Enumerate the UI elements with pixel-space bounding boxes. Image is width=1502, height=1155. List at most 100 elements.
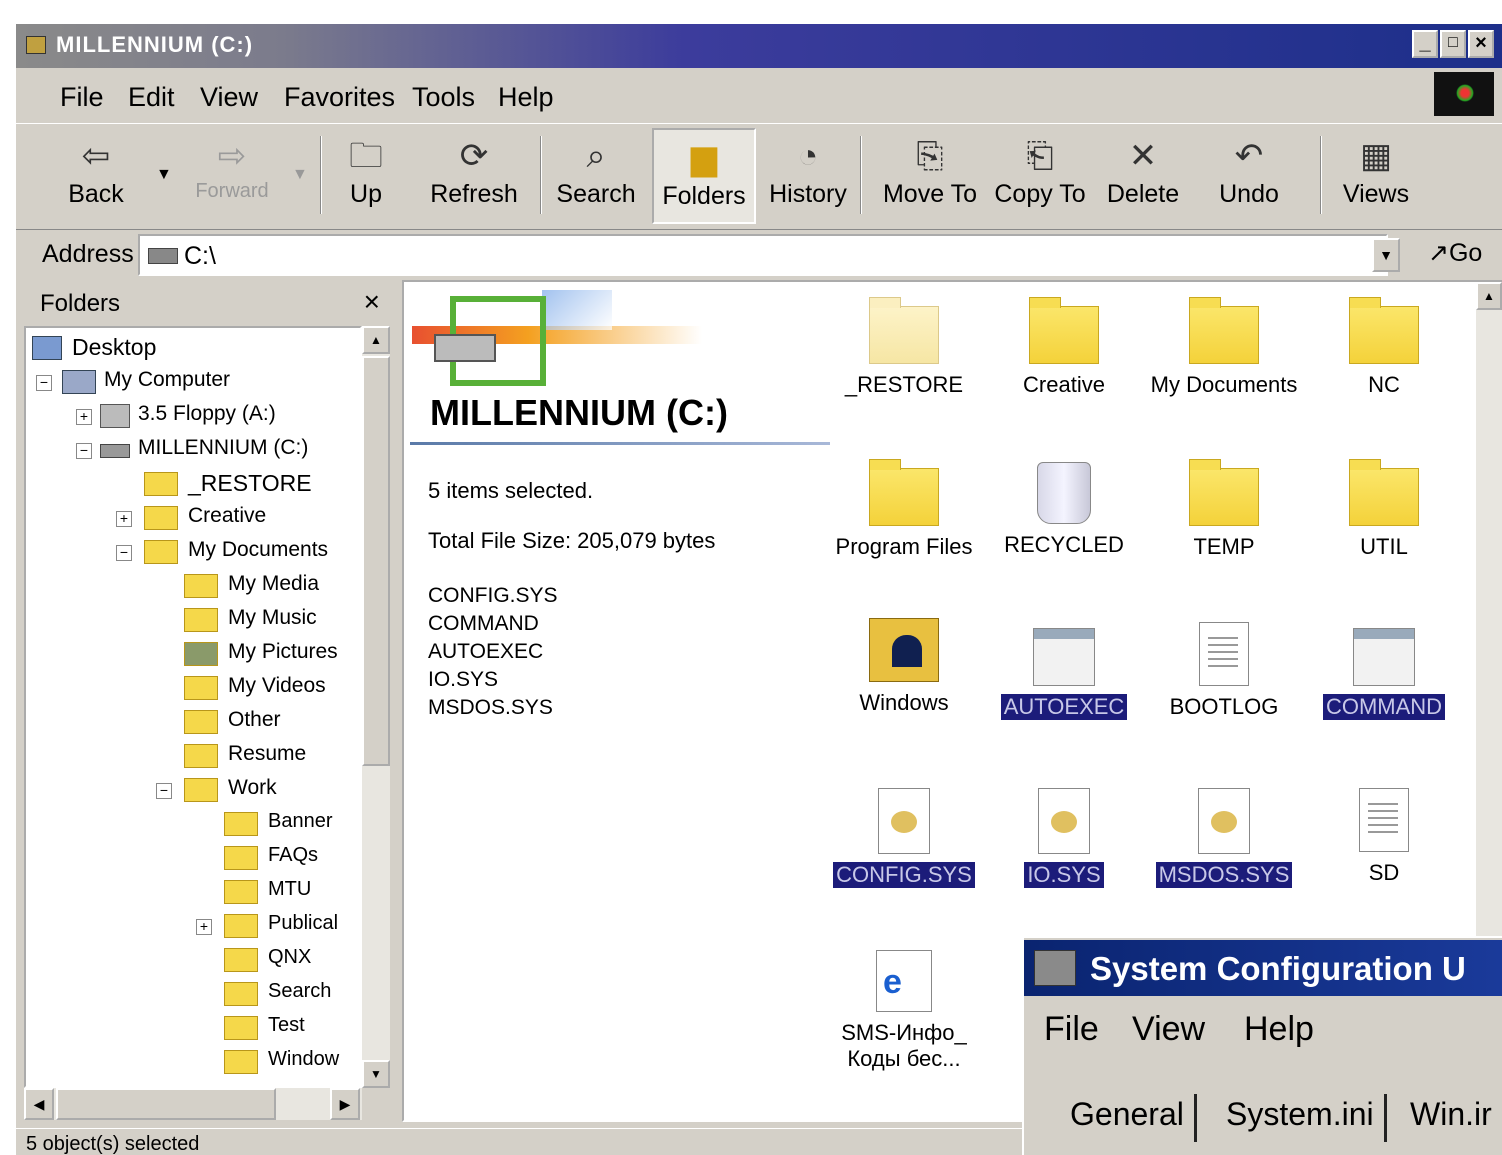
tab-win-ini[interactable]: Win.ir bbox=[1410, 1096, 1492, 1133]
folders-pane-title: Folders bbox=[40, 290, 121, 317]
folder-icon bbox=[184, 710, 218, 734]
up-folder-icon: 🗀 bbox=[349, 137, 383, 175]
menu-help[interactable]: Help bbox=[1244, 1010, 1314, 1049]
file-item-msdos-sys[interactable]: MSDOS.SYS bbox=[1144, 788, 1304, 888]
menu-edit[interactable]: Edit bbox=[128, 82, 175, 113]
undo-icon: ↶ bbox=[1234, 137, 1264, 175]
file-item-restore[interactable]: _RESTORE bbox=[824, 297, 984, 398]
folders-pane-close-button[interactable]: × bbox=[364, 286, 380, 318]
back-button[interactable]: ⇦ Back bbox=[56, 128, 136, 224]
views-button[interactable]: ▦ Views bbox=[1334, 128, 1418, 224]
computer-icon bbox=[62, 370, 96, 394]
folder-icon bbox=[869, 459, 939, 526]
title-bar[interactable]: System Configuration U bbox=[1024, 940, 1502, 996]
menu-help[interactable]: Help bbox=[498, 82, 554, 113]
file-item-config-sys[interactable]: CONFIG.SYS bbox=[824, 788, 984, 888]
drive-icon[interactable] bbox=[26, 36, 46, 54]
scroll-up-icon[interactable]: ▲ bbox=[1476, 282, 1502, 310]
folder-tree-vertical-scrollbar[interactable]: ▲ ▼ bbox=[362, 326, 390, 1088]
file-item-sd[interactable]: SD bbox=[1304, 788, 1464, 886]
address-input[interactable]: C:\ bbox=[138, 234, 1388, 276]
file-item-my-documents[interactable]: My Documents bbox=[1144, 297, 1304, 398]
history-button[interactable]: ◔ History bbox=[766, 128, 850, 224]
pictures-folder-icon bbox=[184, 642, 218, 666]
scroll-thumb[interactable] bbox=[56, 1088, 276, 1120]
file-item-recycled[interactable]: RECYCLED bbox=[984, 462, 1144, 558]
program-file-icon bbox=[1353, 628, 1415, 686]
menu-favorites[interactable]: Favorites bbox=[284, 82, 395, 113]
system-file-icon bbox=[1038, 788, 1090, 854]
collapse-icon[interactable]: − bbox=[36, 375, 52, 391]
scroll-right-icon[interactable]: ▶ bbox=[330, 1088, 360, 1120]
folder-icon bbox=[224, 982, 258, 1006]
expand-icon[interactable]: + bbox=[116, 511, 132, 527]
forward-dropdown-icon[interactable]: ▼ bbox=[292, 166, 308, 184]
scroll-down-icon[interactable]: ▼ bbox=[362, 1060, 390, 1088]
file-item-bootlog[interactable]: BOOTLOG bbox=[1144, 622, 1304, 720]
views-icon: ▦ bbox=[1359, 137, 1393, 175]
text-file-icon bbox=[1199, 622, 1249, 686]
refresh-button[interactable]: ⟳ Refresh bbox=[424, 128, 524, 224]
folder-icon bbox=[184, 744, 218, 768]
folder-icon bbox=[184, 676, 218, 700]
drive-banner-graphic bbox=[412, 290, 702, 386]
file-item-temp[interactable]: TEMP bbox=[1144, 459, 1304, 560]
internet-shortcut-icon bbox=[876, 950, 932, 1012]
back-dropdown-icon[interactable]: ▼ bbox=[156, 166, 172, 184]
folders-button[interactable]: ▆ Folders bbox=[652, 128, 756, 224]
file-item-sms-info[interactable]: SMS-Инфо_ Коды бес... bbox=[814, 950, 994, 1072]
minimize-button[interactable]: _ bbox=[1412, 30, 1438, 58]
copy-to-button[interactable]: ⎗ Copy To bbox=[990, 128, 1090, 224]
menu-file[interactable]: File bbox=[60, 82, 104, 113]
scroll-thumb[interactable] bbox=[362, 356, 390, 766]
delete-button[interactable]: ✕ Delete bbox=[1102, 128, 1184, 224]
expand-icon[interactable]: + bbox=[196, 919, 212, 935]
history-icon: ◔ bbox=[797, 137, 819, 175]
floppy-drive-icon bbox=[100, 404, 130, 428]
folder-icon bbox=[184, 778, 218, 802]
scroll-up-icon[interactable]: ▲ bbox=[362, 326, 390, 354]
menu-view[interactable]: View bbox=[200, 82, 258, 113]
file-item-io-sys[interactable]: IO.SYS bbox=[984, 788, 1144, 888]
forward-button[interactable]: ⇨ Forward bbox=[182, 128, 282, 224]
menu-tools[interactable]: Tools bbox=[412, 82, 475, 113]
system-file-icon bbox=[878, 788, 930, 854]
file-item-program-files[interactable]: Program Files bbox=[824, 459, 984, 560]
recycle-bin-icon bbox=[1037, 462, 1091, 524]
file-item-creative[interactable]: Creative bbox=[984, 297, 1144, 398]
expand-icon[interactable]: + bbox=[76, 409, 92, 425]
tab-general[interactable]: General bbox=[1070, 1096, 1184, 1133]
file-item-util[interactable]: UTIL bbox=[1304, 459, 1464, 560]
undo-button[interactable]: ↶ Undo bbox=[1212, 128, 1286, 224]
address-label: Address bbox=[42, 240, 134, 268]
collapse-icon[interactable]: − bbox=[76, 443, 92, 459]
up-button[interactable]: 🗀 Up bbox=[334, 128, 398, 224]
search-button[interactable]: ⌕ Search bbox=[554, 128, 638, 224]
window-title: System Configuration U bbox=[1090, 950, 1466, 987]
folder-tree-horizontal-scrollbar[interactable]: ◀ ▶ bbox=[24, 1088, 362, 1120]
folder-icon bbox=[1349, 297, 1419, 364]
go-arrow-icon: ↗ bbox=[1428, 239, 1449, 267]
address-bar: Address C:\ ▼ ↗Go bbox=[16, 232, 1502, 280]
title-divider bbox=[410, 442, 830, 445]
go-button[interactable]: ↗Go bbox=[1428, 238, 1482, 268]
maximize-button[interactable]: □ bbox=[1440, 30, 1466, 58]
move-to-icon: ⎘ bbox=[916, 137, 944, 175]
close-button[interactable]: × bbox=[1468, 30, 1494, 58]
collapse-icon[interactable]: − bbox=[116, 545, 132, 561]
file-item-command[interactable]: COMMAND bbox=[1304, 628, 1464, 720]
tab-system-ini[interactable]: System.ini bbox=[1226, 1096, 1374, 1133]
folder-icon bbox=[224, 1050, 258, 1074]
file-item-nc[interactable]: NC bbox=[1304, 297, 1464, 398]
menu-view[interactable]: View bbox=[1132, 1010, 1205, 1049]
address-dropdown-icon[interactable]: ▼ bbox=[1372, 238, 1400, 272]
menu-file[interactable]: File bbox=[1044, 1010, 1099, 1049]
collapse-icon[interactable]: − bbox=[156, 783, 172, 799]
folder-icon bbox=[224, 914, 258, 938]
move-to-button[interactable]: ⎘ Move To bbox=[874, 128, 986, 224]
folder-icon bbox=[224, 846, 258, 870]
file-item-windows[interactable]: Windows bbox=[824, 618, 984, 716]
scroll-left-icon[interactable]: ◀ bbox=[24, 1088, 54, 1120]
title-bar[interactable]: MILLENNIUM (C:) _ □ × bbox=[16, 24, 1502, 68]
file-item-autoexec[interactable]: AUTOEXEC bbox=[984, 628, 1144, 720]
